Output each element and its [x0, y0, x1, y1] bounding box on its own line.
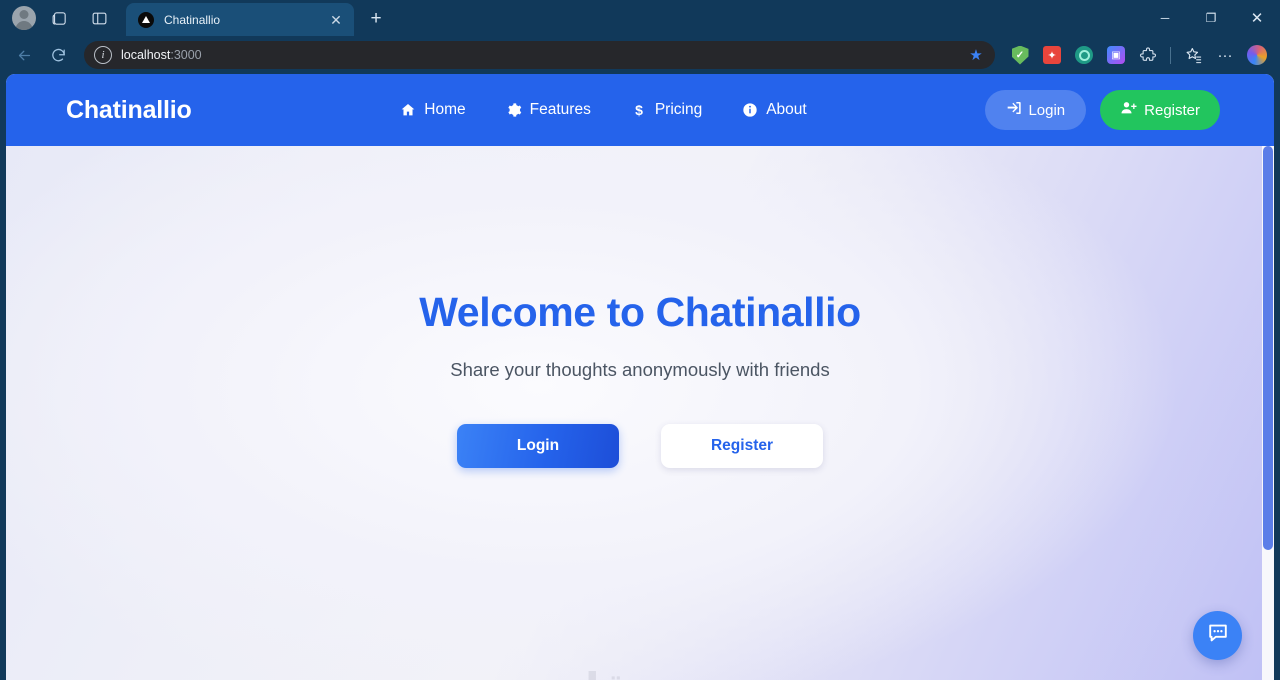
page-viewport: Chatinallio Home Features $ Pricing Abou…	[6, 74, 1274, 680]
maximize-button[interactable]: ❐	[1188, 0, 1234, 36]
browser-tab[interactable]: Chatinallio ✕	[126, 3, 354, 36]
page-title: Welcome to Chatinallio	[419, 289, 861, 335]
back-icon[interactable]	[8, 40, 40, 70]
split-screen-icon[interactable]	[82, 3, 116, 33]
page-subtitle: Share your thoughts anonymously with fri…	[450, 359, 830, 380]
main-navigation: Home Features $ Pricing About	[222, 101, 986, 119]
tab-strip-left-controls	[6, 0, 116, 36]
teal-circle-extension-icon[interactable]	[1069, 40, 1099, 70]
mostaql-watermark: مستقل mostaql.com	[563, 668, 717, 680]
user-plus-icon	[1120, 100, 1137, 120]
url-port: :3000	[170, 48, 202, 62]
toolbar-divider	[1170, 46, 1171, 64]
nav-label-pricing: Pricing	[654, 101, 703, 118]
sign-in-icon	[1006, 100, 1022, 120]
address-bar[interactable]: i localhost:3000 ★	[84, 41, 995, 69]
header-register-label: Register	[1144, 101, 1200, 119]
red-extension-icon[interactable]: ✦	[1037, 40, 1067, 70]
url-text: localhost:3000	[121, 48, 963, 62]
svg-text:$: $	[635, 102, 643, 118]
header-login-label: Login	[1028, 101, 1066, 119]
chat-widget-button[interactable]	[1193, 611, 1242, 660]
nav-item-home[interactable]: Home	[400, 101, 466, 119]
page-scrollbar[interactable]	[1262, 146, 1274, 680]
watermark-arabic: مستقل	[563, 668, 717, 680]
dollar-icon: $	[631, 102, 647, 118]
nav-item-pricing[interactable]: $ Pricing	[631, 101, 702, 119]
header-login-button[interactable]: Login	[985, 90, 1087, 130]
settings-more-icon[interactable]: ···	[1210, 40, 1240, 70]
site-logo[interactable]: Chatinallio	[66, 96, 192, 125]
collections-icon[interactable]	[1178, 40, 1208, 70]
url-host: localhost	[121, 48, 171, 62]
hero-register-button[interactable]: Register	[661, 424, 823, 468]
new-tab-button[interactable]: +	[362, 5, 390, 33]
tab-close-icon[interactable]: ✕	[326, 10, 346, 30]
tab-strip: Chatinallio ✕ + ─ ❐ ✕	[0, 0, 1280, 36]
extensions-bar: ✓ ✦ ▣ ···	[1005, 40, 1272, 70]
cta-button-row: Login Register	[457, 424, 823, 468]
browser-toolbar: i localhost:3000 ★ ✓ ✦ ▣ ···	[0, 36, 1280, 74]
nav-item-about[interactable]: About	[742, 101, 807, 119]
close-window-button[interactable]: ✕	[1234, 0, 1280, 36]
hero-section: Welcome to Chatinallio Share your though…	[6, 146, 1274, 680]
header-register-button[interactable]: Register	[1100, 90, 1220, 130]
nav-label-features: Features	[529, 101, 591, 118]
gear-icon	[506, 102, 522, 118]
scrollbar-thumb[interactable]	[1263, 146, 1273, 550]
adguard-shield-icon[interactable]: ✓	[1005, 40, 1035, 70]
minimize-button[interactable]: ─	[1142, 0, 1188, 36]
tab-favicon-icon	[138, 11, 154, 28]
nav-label-home: Home	[424, 101, 466, 118]
browser-window: Chatinallio ✕ + ─ ❐ ✕ i localhost:3000 ★	[0, 0, 1280, 680]
nav-label-about: About	[766, 101, 807, 118]
image-extension-icon[interactable]: ▣	[1101, 40, 1131, 70]
nav-item-features[interactable]: Features	[506, 101, 591, 119]
chat-bubble-icon	[1206, 621, 1230, 650]
hero-login-button[interactable]: Login	[457, 424, 619, 468]
profile-avatar[interactable]	[12, 6, 36, 30]
bookmark-star-icon[interactable]: ★	[963, 42, 989, 68]
tab-title: Chatinallio	[164, 12, 221, 27]
home-icon	[400, 102, 416, 118]
info-circle-icon	[742, 102, 758, 118]
site-info-icon[interactable]: i	[94, 46, 112, 64]
copilot-icon[interactable]	[1242, 40, 1272, 70]
workspaces-icon[interactable]	[42, 3, 76, 33]
site-header: Chatinallio Home Features $ Pricing Abou…	[6, 74, 1274, 146]
window-controls: ─ ❐ ✕	[1142, 0, 1280, 36]
reload-icon[interactable]	[42, 40, 74, 70]
puzzle-extensions-icon[interactable]	[1133, 40, 1163, 70]
auth-buttons: Login Register	[985, 90, 1274, 130]
